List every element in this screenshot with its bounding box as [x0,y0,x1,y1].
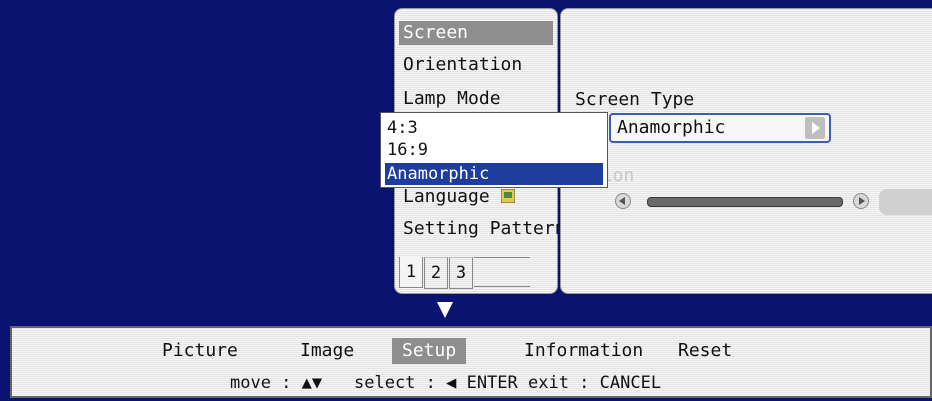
menu-item-orientation[interactable]: Orientation [403,51,522,79]
menu-item-screen[interactable]: Screen [399,21,553,45]
menu-item-setting-pattern[interactable]: Setting Pattern [403,215,566,243]
page-tabs: 1 2 3 [399,257,530,289]
main-tab-image[interactable]: Image [300,338,354,364]
detail-panel: Screen Type Anamorphic tion [560,8,932,294]
chevron-right-icon[interactable] [805,117,825,139]
main-tab-reset[interactable]: Reset [678,338,732,364]
screen-type-value: Anamorphic [617,117,726,138]
position-right-button[interactable] [853,193,869,209]
page-tab-2[interactable]: 2 [424,257,448,289]
hint-select: select : ◀ ENTER [354,373,518,393]
hint-move: move : ▲▼ [230,373,323,393]
position-slider[interactable] [647,197,843,207]
dd-option-4-3[interactable]: 4:3 [387,117,418,139]
down-arrow-icon [437,302,453,318]
tab-filler [474,257,530,287]
hint-exit: exit : CANCEL [528,373,662,393]
menu-item-lamp-mode[interactable]: Lamp Mode [403,85,501,113]
menu-item-label: Language [403,186,490,207]
screen-type-label: Screen Type [575,89,695,110]
screen-type-select[interactable]: Anamorphic [609,113,831,143]
bottom-bar: Picture Image Setup Information Reset mo… [10,326,932,398]
hint-row: move : ▲▼ select : ◀ ENTER exit : CANCEL [12,370,930,396]
dd-option-16-9[interactable]: 16:9 [387,139,428,161]
main-tab-picture[interactable]: Picture [162,338,238,364]
page-tab-1[interactable]: 1 [399,257,423,288]
main-tab-setup[interactable]: Setup [392,338,467,364]
screen-type-dropdown: 4:3 16:9 Anamorphic [380,112,608,188]
main-tab-information[interactable]: Information [524,338,643,364]
position-left-button[interactable] [615,193,631,209]
dd-option-anamorphic[interactable]: Anamorphic [385,163,603,185]
language-icon [500,188,516,204]
position-value-box [879,189,932,215]
page-tab-3[interactable]: 3 [449,257,473,289]
